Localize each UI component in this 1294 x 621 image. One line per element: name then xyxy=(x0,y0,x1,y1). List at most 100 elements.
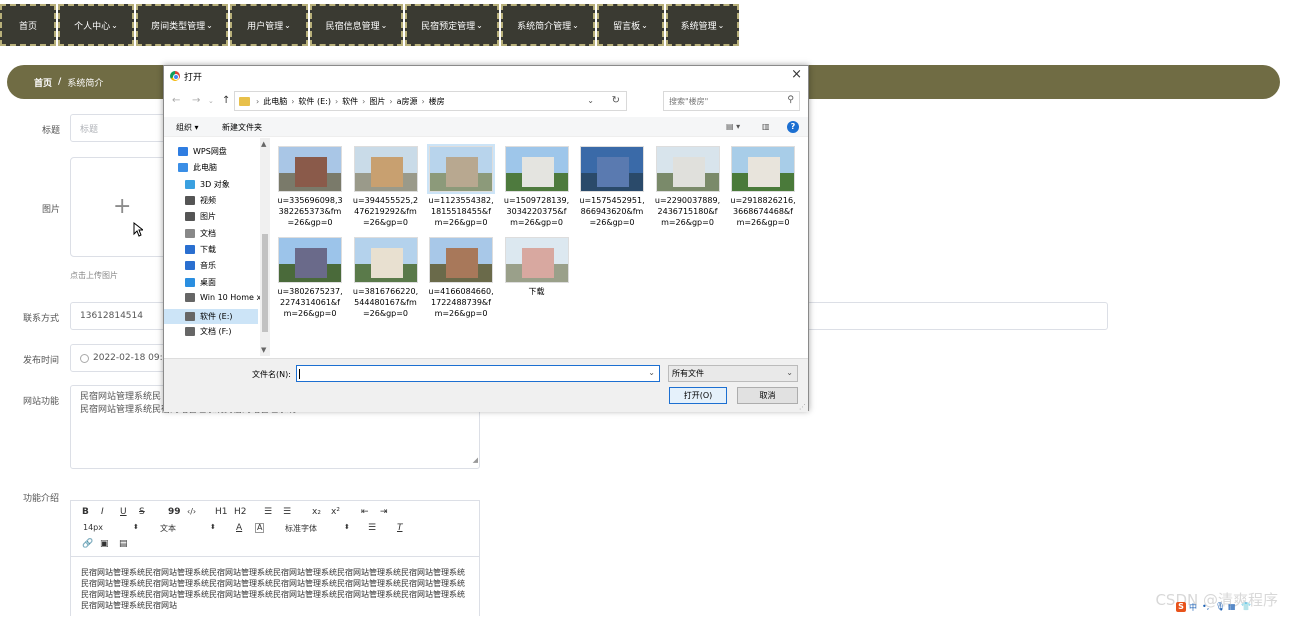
address-bar[interactable]: › 此电脑 › 软件 (E:) › 软件 › 图片 › a房源 › 楼房 ⌄ ↻ xyxy=(234,91,627,111)
nav-item-6[interactable]: 系统简介管理 ⌄ xyxy=(501,4,595,46)
scroll-down-icon[interactable]: ▼ xyxy=(261,346,266,354)
underline-button[interactable]: U xyxy=(120,507,127,517)
nav-pane-item[interactable]: 软件 (E:) xyxy=(164,309,258,324)
nav-pane-item[interactable]: WPS网盘 xyxy=(178,146,227,157)
search-box[interactable]: 搜索"楼房" ⚲ xyxy=(663,91,800,111)
scroll-thumb[interactable] xyxy=(262,234,268,332)
ime-lang-icon[interactable]: 中 xyxy=(1189,602,1199,612)
image-icon[interactable]: ▣ xyxy=(100,539,109,549)
ordered-list-button[interactable]: ☰ xyxy=(264,507,272,517)
cancel-button[interactable]: 取消 xyxy=(737,387,798,404)
file-item[interactable]: u=1509728139, 3034220375&f m=26&gp=0 xyxy=(501,146,573,228)
filetype-select[interactable]: 所有文件 ⌄ xyxy=(668,365,798,382)
file-name-line: 2274314061&f xyxy=(280,298,340,307)
recent-chevron-icon[interactable]: ⌄ xyxy=(208,97,214,105)
preview-pane-icon[interactable]: ▥ xyxy=(762,122,770,131)
organize-button[interactable]: 组织 ▾ xyxy=(176,122,199,133)
nav-item-0[interactable]: 首页 xyxy=(0,4,56,46)
h1-button[interactable]: H1 xyxy=(215,507,228,517)
font-family-select[interactable]: 标准字体 xyxy=(285,523,317,534)
video-icon[interactable]: ▤ xyxy=(119,539,128,549)
path-segment[interactable]: 软件 (E:) xyxy=(298,96,331,107)
clear-format-button[interactable]: T xyxy=(397,523,403,533)
filename-dropdown-icon[interactable]: ⌄ xyxy=(648,368,655,377)
nav-pane-item[interactable]: 音乐 xyxy=(185,260,216,271)
navigation-scrollbar[interactable]: ▲ ▼ xyxy=(260,138,270,356)
code-button[interactable]: ‹/› xyxy=(187,507,196,516)
image-uploader[interactable]: + xyxy=(70,157,170,257)
up-arrow-icon[interactable]: ↑ xyxy=(222,95,230,106)
file-item[interactable]: u=1575452951, 866943620&fm =26&gp=0 xyxy=(576,146,648,228)
title-input[interactable]: 标题 xyxy=(70,114,170,142)
new-folder-button[interactable]: 新建文件夹 xyxy=(222,122,262,133)
nav-item-4[interactable]: 民宿信息管理 ⌄ xyxy=(310,4,403,46)
nav-pane-item[interactable]: 图片 xyxy=(185,211,216,222)
file-item[interactable]: 下载 xyxy=(501,237,573,297)
path-segment[interactable]: 此电脑 xyxy=(263,96,287,107)
nav-pane-item[interactable]: 文档 (F:) xyxy=(185,326,231,337)
blockquote-button[interactable]: 99 xyxy=(168,507,181,517)
nav-pane-item[interactable]: 此电脑 xyxy=(178,162,217,173)
address-dropdown-icon[interactable]: ⌄ xyxy=(587,96,594,105)
strike-button[interactable]: S xyxy=(139,507,145,517)
link-icon[interactable]: 🔗 xyxy=(82,539,93,549)
italic-button[interactable]: I xyxy=(101,507,104,517)
nav-pane-item[interactable]: Win 10 Home x xyxy=(185,293,261,302)
outdent-button[interactable]: ⇤ xyxy=(361,507,369,517)
help-icon[interactable]: ? xyxy=(787,121,799,133)
resize-grip-icon[interactable]: ◢ xyxy=(473,454,478,467)
file-item[interactable]: u=3816766220, 544480167&fm =26&gp=0 xyxy=(350,237,422,319)
nav-item-1[interactable]: 个人中心 ⌄ xyxy=(58,4,134,46)
file-item[interactable]: u=2290037889, 2436715180&f m=26&gp=0 xyxy=(652,146,724,228)
ime-punct-icon[interactable]: •, xyxy=(1202,602,1212,612)
header-select[interactable]: 文本 xyxy=(160,523,176,534)
path-segment[interactable]: 软件 xyxy=(342,96,358,107)
path-segment[interactable]: a房源 xyxy=(397,96,418,107)
nav-pane-item[interactable]: 3D 对象 xyxy=(185,179,230,190)
path-segment[interactable]: 图片 xyxy=(369,96,385,107)
nav-item-7[interactable]: 留言板 ⌄ xyxy=(597,4,664,46)
sogou-icon[interactable]: S xyxy=(1176,602,1186,612)
bullet-list-button[interactable]: ☰ xyxy=(283,507,291,517)
nav-pane-item[interactable]: 桌面 xyxy=(185,277,216,288)
file-item[interactable]: u=394455525,2 476219292&fm =26&gp=0 xyxy=(350,146,422,228)
date-picker[interactable]: 2022-02-18 09:0 xyxy=(70,344,170,372)
ime-keyboard-icon[interactable]: ▦ xyxy=(1228,602,1238,612)
filename-input[interactable]: ⌄ xyxy=(296,365,660,382)
nav-item-2[interactable]: 房间类型管理 ⌄ xyxy=(136,4,228,46)
nav-item-8[interactable]: 系统管理 ⌄ xyxy=(666,4,739,46)
nav-pane-item[interactable]: 视频 xyxy=(185,195,216,206)
align-button[interactable]: ☰ xyxy=(368,523,376,533)
file-item[interactable]: u=335696098,3 382265373&fm =26&gp=0 xyxy=(274,146,346,228)
font-color-button[interactable]: A xyxy=(236,523,242,533)
back-arrow-icon[interactable]: ← xyxy=(172,95,180,106)
file-item[interactable]: u=2918826216, 3668674468&f m=26&gp=0 xyxy=(727,146,799,228)
breadcrumb-home[interactable]: 首页 xyxy=(34,76,52,89)
ime-skin-icon[interactable]: 👕 xyxy=(1241,602,1251,612)
file-item[interactable]: u=4166084660, 1722488739&f m=26&gp=0 xyxy=(425,237,497,319)
bold-button[interactable]: B xyxy=(82,507,89,517)
close-icon[interactable]: × xyxy=(791,67,802,82)
view-options-icon[interactable]: ▤ ▾ xyxy=(726,122,740,131)
h2-button[interactable]: H2 xyxy=(234,507,247,517)
scroll-up-icon[interactable]: ▲ xyxy=(261,140,266,148)
editor-content[interactable]: 民宿网站管理系统民宿网站管理系统民宿网站管理系统民宿网站管理系统民宿网站管理系统… xyxy=(71,557,479,621)
nav-item-5[interactable]: 民宿预定管理 ⌄ xyxy=(405,4,499,46)
nav-pane-item[interactable]: 文档 xyxy=(185,228,216,239)
nav-pane-item[interactable]: 下载 xyxy=(185,244,216,255)
open-button[interactable]: 打开(O) xyxy=(669,387,727,404)
background-color-button[interactable]: A xyxy=(255,523,265,533)
forward-arrow-icon[interactable]: → xyxy=(192,95,200,106)
file-item[interactable]: u=1123554382, 1815518455&f m=26&gp=0 xyxy=(425,144,497,228)
file-item[interactable]: u=3802675237, 2274314061&f m=26&gp=0 xyxy=(274,237,346,319)
superscript-button[interactable]: x² xyxy=(331,507,340,517)
font-size-select[interactable]: 14px xyxy=(83,523,103,532)
subscript-button[interactable]: x₂ xyxy=(312,507,321,517)
indent-button[interactable]: ⇥ xyxy=(380,507,388,517)
dialog-titlebar[interactable]: 打开 × xyxy=(164,66,808,86)
nav-item-3[interactable]: 用户管理 ⌄ xyxy=(230,4,308,46)
refresh-icon[interactable]: ↻ xyxy=(612,95,620,106)
ime-mic-icon[interactable]: 🎙 xyxy=(1215,602,1225,612)
dialog-resize-grip-icon[interactable]: ⋰ xyxy=(799,403,806,411)
path-segment[interactable]: 楼房 xyxy=(429,96,445,107)
